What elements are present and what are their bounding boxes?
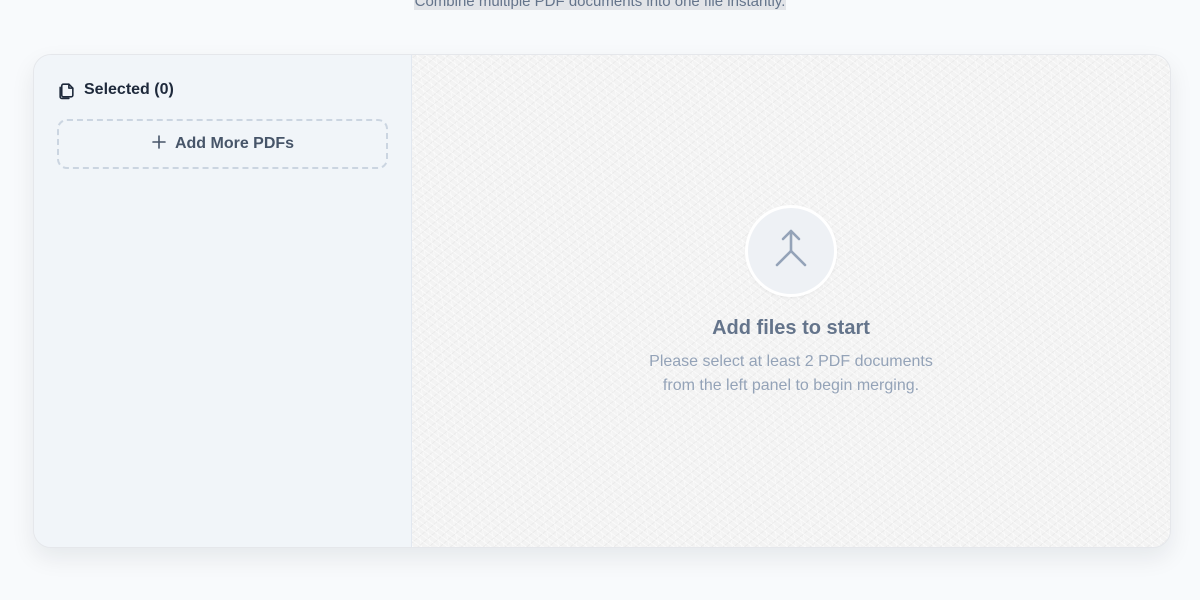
copy-files-icon (57, 81, 76, 100)
empty-state-title: Add files to start (712, 317, 870, 339)
selected-files-header: Selected (0) (57, 79, 388, 101)
page-subtitle: Combine multiple PDF documents into one … (0, 0, 1200, 12)
selected-count-title: Selected (0) (84, 81, 174, 98)
add-more-pdfs-label: Add More PDFs (174, 135, 295, 152)
empty-state-description: Please select at least 2 PDF documents f… (649, 353, 933, 394)
merge-card: Selected (0) Add More PDFs Add files to … (33, 54, 1171, 548)
page-subtitle-text: Combine multiple PDF documents into one … (413, 0, 787, 10)
merge-arrow-icon (773, 229, 809, 274)
plus-icon (151, 134, 167, 155)
merge-pdf-page: Combine multiple PDF documents into one … (0, 0, 1200, 600)
empty-state-icon-circle (745, 205, 837, 297)
add-more-pdfs-button[interactable]: Add More PDFs (57, 119, 388, 169)
selected-files-panel: Selected (0) Add More PDFs (34, 55, 412, 547)
empty-state: Add files to start Please select at leas… (412, 205, 1170, 398)
merge-preview-panel: Add files to start Please select at leas… (412, 55, 1170, 547)
